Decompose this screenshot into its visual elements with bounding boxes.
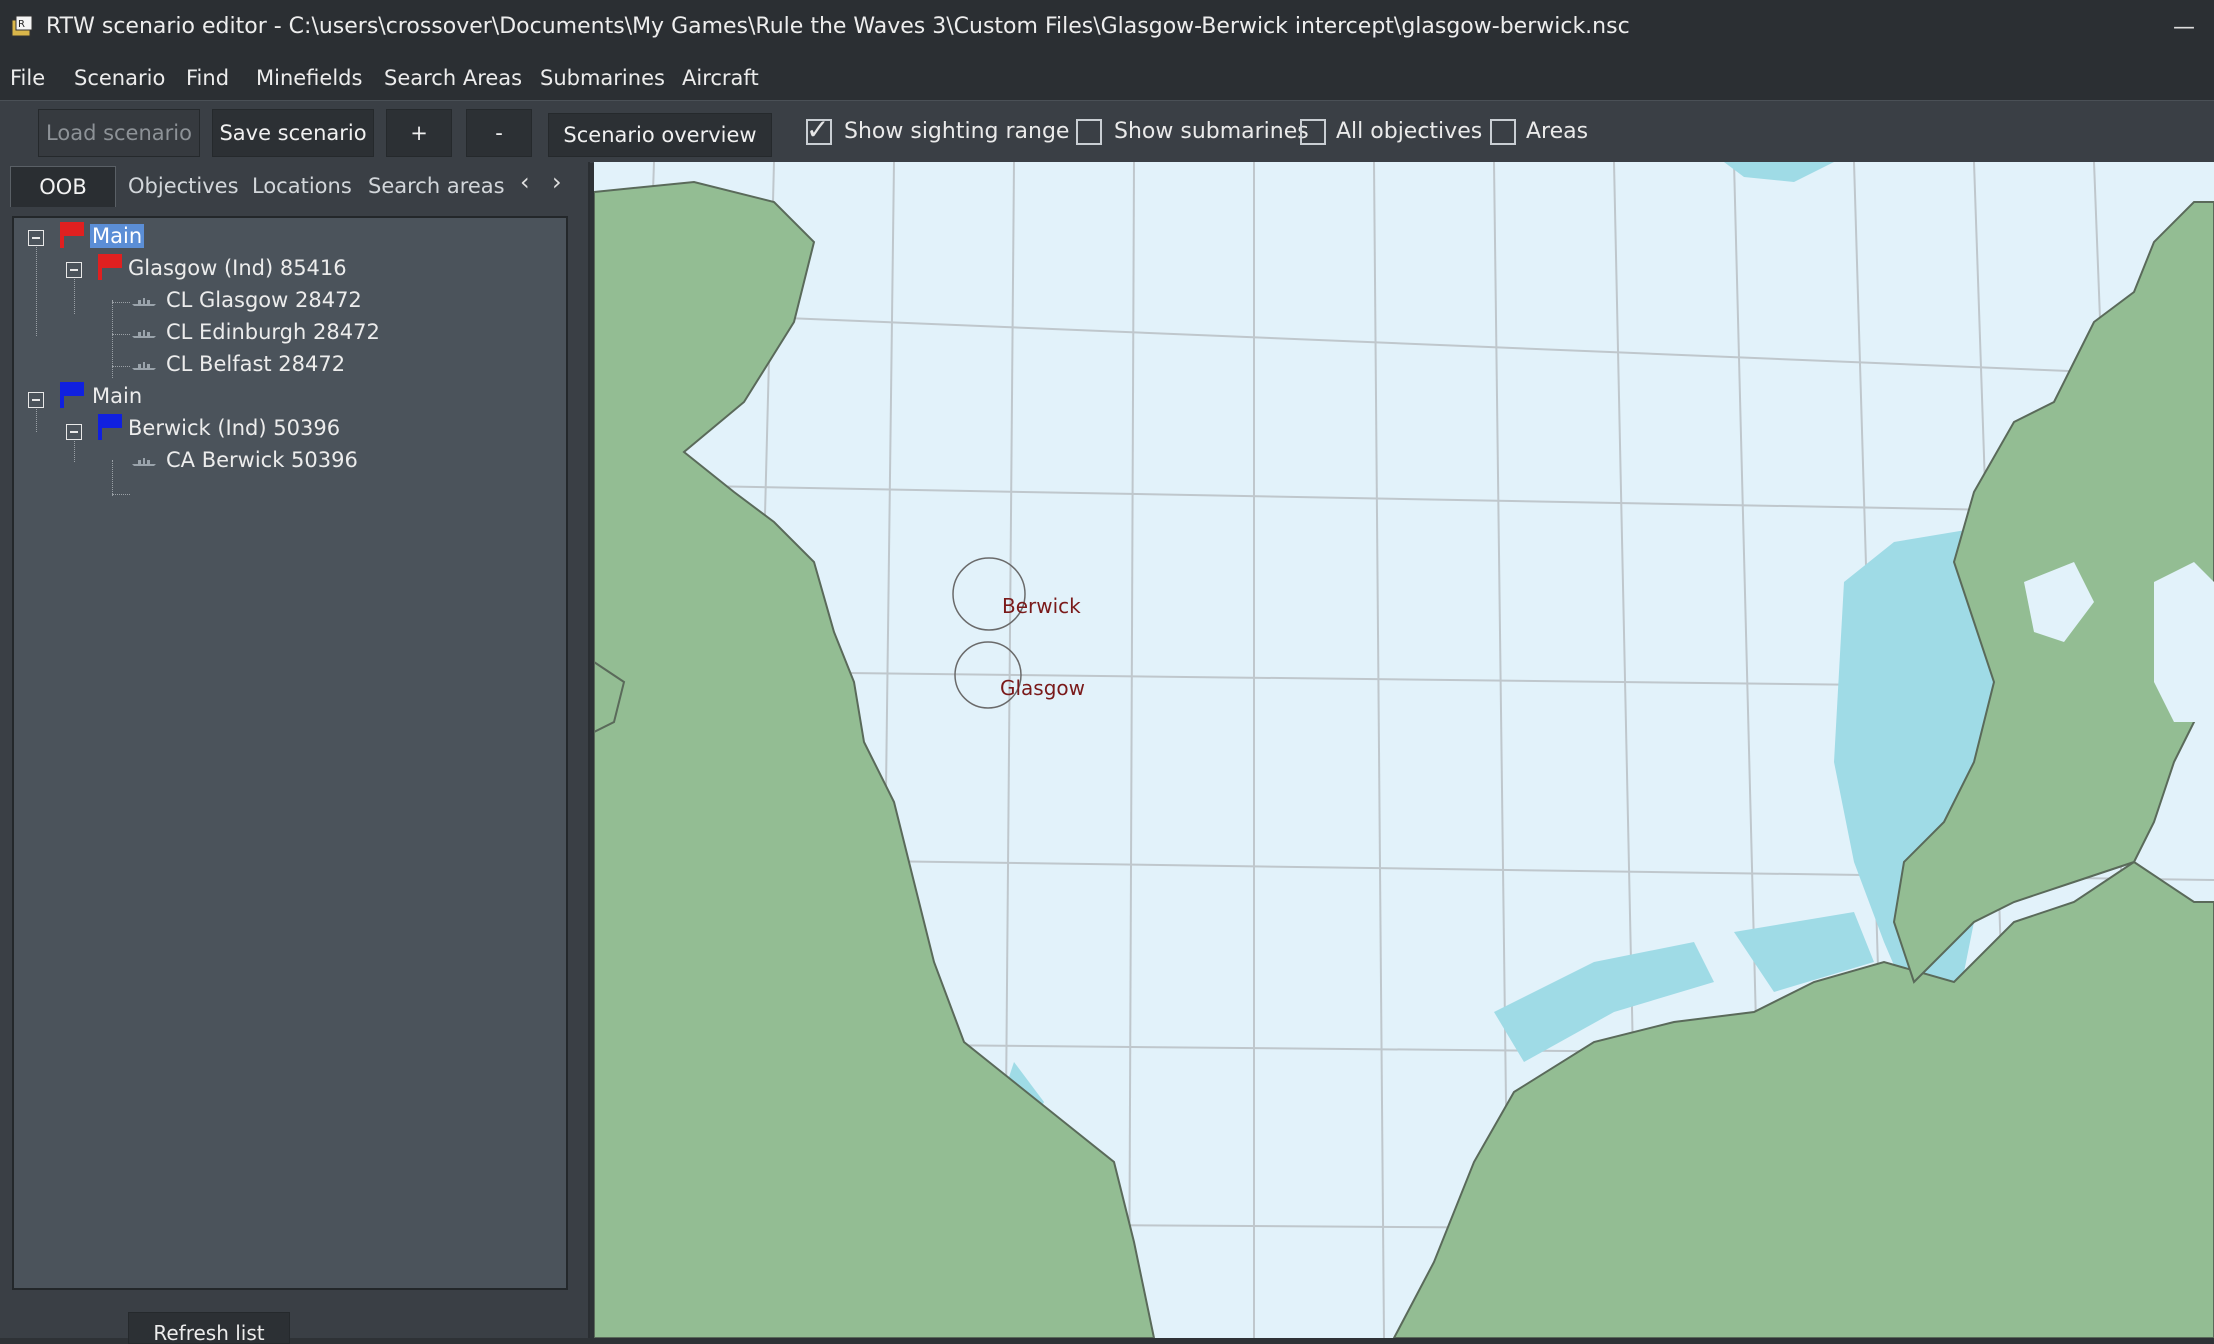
areas-label: Areas — [1526, 119, 1589, 144]
tree-node-cl-belfast[interactable]: CL Belfast 28472 — [166, 352, 345, 376]
window-title: RTW scenario editor - C:\users\crossover… — [46, 14, 1630, 39]
map-label-glasgow[interactable]: Glasgow — [1000, 676, 1085, 700]
ship-icon — [132, 458, 156, 466]
menu-search-areas[interactable]: Search Areas — [384, 66, 522, 90]
tree-node-ca-berwick[interactable]: CA Berwick 50396 — [166, 448, 358, 472]
menu-aircraft[interactable]: Aircraft — [682, 66, 759, 90]
app-icon: R — [11, 15, 33, 37]
svg-text:R: R — [18, 19, 25, 30]
save-scenario-button[interactable]: Save scenario — [212, 109, 374, 157]
areas-checkbox[interactable] — [1490, 119, 1516, 145]
minimize-button[interactable]: — — [2164, 10, 2204, 46]
menu-submarines[interactable]: Submarines — [540, 66, 665, 90]
menu-scenario[interactable]: Scenario — [74, 66, 165, 90]
ship-icon — [132, 298, 156, 306]
map-canvas — [594, 162, 2214, 1338]
tree-collapse-icon[interactable] — [66, 424, 82, 440]
tab-oob[interactable]: OOB — [10, 166, 116, 207]
all-objectives-label: All objectives — [1336, 119, 1483, 144]
zoom-in-button[interactable]: + — [386, 109, 452, 157]
checkmark-icon: ✓ — [806, 113, 830, 146]
load-scenario-button[interactable]: Load scenario — [38, 109, 200, 157]
show-submarines-label: Show submarines — [1114, 119, 1309, 144]
show-sighting-range-label: Show sighting range — [844, 119, 1070, 144]
menu-minefields[interactable]: Minefields — [256, 66, 362, 90]
map-label-berwick[interactable]: Berwick — [1002, 594, 1081, 618]
show-submarines-checkbox[interactable] — [1076, 119, 1102, 145]
menu-find[interactable]: Find — [186, 66, 229, 90]
flag-icon — [60, 382, 84, 408]
ship-icon — [132, 330, 156, 338]
zoom-out-button[interactable]: - — [466, 109, 532, 157]
flag-icon — [98, 254, 122, 280]
menu-file[interactable]: File — [10, 66, 45, 90]
tree-collapse-icon[interactable] — [66, 262, 82, 278]
tree-node-berwick-group[interactable]: Berwick (Ind) 50396 — [128, 416, 340, 440]
ship-icon — [132, 362, 156, 370]
map-view[interactable]: Berwick Glasgow — [594, 162, 2214, 1338]
tab-scroll-right-icon[interactable]: › — [552, 168, 562, 196]
tree-node-glasgow-group[interactable]: Glasgow (Ind) 85416 — [128, 256, 347, 280]
tree-collapse-icon[interactable] — [28, 230, 44, 246]
tab-locations[interactable]: Locations — [252, 166, 352, 206]
tree-node-main-red[interactable]: Main — [90, 224, 145, 248]
toolbar: Load scenario Save scenario + - Scenario… — [0, 100, 2214, 163]
tree-node-cl-edinburgh[interactable]: CL Edinburgh 28472 — [166, 320, 380, 344]
tree-node-main-blue[interactable]: Main — [92, 384, 142, 408]
tab-scroll-left-icon[interactable]: ‹ — [520, 168, 530, 196]
scenario-overview-button[interactable]: Scenario overview — [548, 113, 772, 157]
tab-search-areas[interactable]: Search areas — [368, 166, 505, 206]
flag-icon — [60, 222, 84, 248]
tree-collapse-icon[interactable] — [28, 392, 44, 408]
flag-icon — [98, 414, 122, 440]
tree-node-cl-glasgow[interactable]: CL Glasgow 28472 — [166, 288, 362, 312]
all-objectives-checkbox[interactable] — [1300, 119, 1326, 145]
title-bar: R RTW scenario editor - C:\users\crossov… — [0, 0, 2214, 56]
show-sighting-range-checkbox[interactable]: ✓ — [806, 115, 832, 145]
menu-bar: File Scenario Find Minefields Search Are… — [0, 56, 2214, 101]
left-panel: OOB Objectives Locations Search areas ‹ … — [0, 162, 590, 1344]
tab-objectives[interactable]: Objectives — [128, 166, 239, 206]
refresh-list-button[interactable]: Refresh list — [128, 1312, 290, 1344]
oob-tree: Main Glasgow (Ind) 85416 CL Glasgow 2847… — [12, 216, 568, 1290]
